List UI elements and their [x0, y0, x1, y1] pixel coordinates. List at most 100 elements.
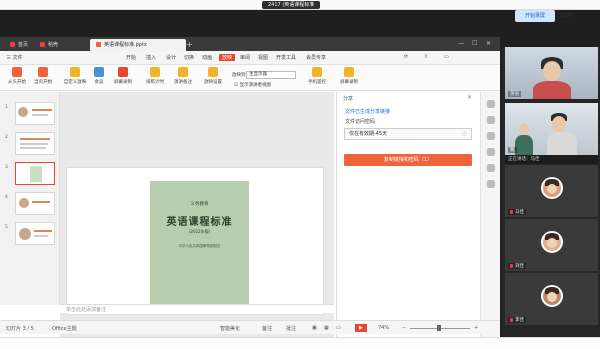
- comment-icon[interactable]: ▭: [444, 54, 449, 60]
- thumb-number: 5: [5, 225, 8, 230]
- participant-tile[interactable]: 李佳: [505, 273, 598, 325]
- validity-field[interactable]: 仅在有效期-45天 ⓘ: [344, 128, 472, 140]
- mic-muted-icon: [510, 317, 513, 322]
- smart-beautify-button[interactable]: 智能美化: [220, 325, 240, 332]
- cover-publisher: 中华人民共和国教育部制定: [178, 244, 221, 248]
- avatar: [541, 177, 563, 199]
- wps-window: 首页 稻壳 英语课程标准.pptx + — ☐ ✕ 三 文件 开始 插入 设计 …: [0, 37, 500, 337]
- rehearse-button[interactable]: 排练计时: [140, 67, 170, 85]
- tool-icon[interactable]: [486, 148, 495, 156]
- menu-file[interactable]: 三 文件: [6, 54, 23, 61]
- tab-document[interactable]: 英语课程标准.pptx: [90, 39, 186, 51]
- comment-toggle[interactable]: 批注: [286, 325, 296, 332]
- meeting-top-bar: 2417 (英语课程标准: [0, 0, 600, 10]
- sorter-view-icon[interactable]: ▦: [324, 325, 329, 331]
- person-body: [515, 135, 533, 155]
- ribbon: 从头开始 当页开始 自定义放映 会议 屏幕录制 排练计时 演讲备注 放映设置 放…: [0, 65, 500, 91]
- record-tip-button[interactable]: 开始录屏: [515, 10, 555, 22]
- slide-count: 幻灯片 3 / 5: [6, 326, 34, 332]
- menu-insert[interactable]: 插入: [146, 54, 156, 61]
- status-bar: 幻灯片 3 / 5 Office主题 智能美化 备注 批注 ▣ ▦ ▭ ▶ 74…: [0, 320, 500, 334]
- button-label: 会议: [94, 80, 104, 85]
- notes-area[interactable]: 单击此处添加备注: [60, 304, 334, 313]
- participant-tile[interactable]: 英语: [505, 47, 598, 99]
- share-pane: 分享 ✕ 文件已生成分享链接 文件访问密码 仅在有效期-45天 ⓘ 复制链接和密码…: [336, 92, 478, 337]
- tab-label: 稻壳: [48, 42, 59, 48]
- slide-thumb-1[interactable]: [15, 102, 55, 125]
- copy-link-button[interactable]: 复制链接和密码（1）: [344, 154, 472, 166]
- menu-home[interactable]: 开始: [126, 54, 136, 61]
- current-slide[interactable]: 义务教育 英语课程标准 (2022年版) 中华人民共和国教育部制定: [66, 167, 324, 315]
- taskbar: [0, 337, 600, 349]
- participant-tile[interactable]: 我: [505, 103, 598, 155]
- participant-tile[interactable]: 刘佳: [505, 219, 598, 271]
- close-icon[interactable]: ✕: [486, 40, 491, 47]
- tab-label: 首页: [18, 42, 29, 48]
- meeting-title: 2417 (英语课程标准: [262, 1, 321, 9]
- phone-remote-button[interactable]: 手机遥控: [302, 67, 332, 85]
- thumb-number: 1: [5, 105, 8, 110]
- button-label: 放映设置: [204, 80, 222, 85]
- menu-animation[interactable]: 动画: [202, 54, 212, 61]
- screen-record-2-button[interactable]: 屏幕录制: [334, 67, 364, 85]
- participant-name: 英语: [508, 91, 521, 97]
- tool-icon[interactable]: [486, 132, 495, 140]
- show-settings-button[interactable]: 放映设置: [198, 67, 228, 85]
- menu-design[interactable]: 设计: [166, 54, 176, 61]
- cover-title: 英语课程标准: [166, 217, 233, 228]
- menu-review[interactable]: 审阅: [240, 54, 250, 61]
- button-label: 排练计时: [146, 80, 164, 85]
- normal-view-icon[interactable]: ▣: [312, 325, 317, 331]
- tool-icon[interactable]: [486, 116, 495, 124]
- minimize-icon[interactable]: —: [458, 40, 464, 47]
- presenter-view-checkbox[interactable]: ☑ 显示演讲者视图: [234, 82, 271, 88]
- slide-thumb-4[interactable]: [15, 192, 55, 215]
- zoom-in-icon[interactable]: +: [474, 325, 478, 331]
- tool-icon[interactable]: [486, 164, 495, 172]
- person-face: [519, 123, 529, 135]
- thumb-cover: [30, 166, 42, 182]
- zoom-out-icon[interactable]: −: [402, 325, 406, 331]
- sync-icon[interactable]: ⟳: [404, 54, 408, 60]
- side-toolbar: [480, 92, 500, 337]
- info-icon[interactable]: ⓘ: [462, 129, 467, 139]
- share-link-text[interactable]: 文件已生成分享链接: [345, 108, 390, 115]
- thumb-bar: [34, 230, 52, 232]
- slide-thumb-5[interactable]: [15, 222, 55, 245]
- menu-view[interactable]: 视图: [258, 54, 268, 61]
- slide-thumb-3[interactable]: [15, 162, 55, 185]
- participant-tile[interactable]: 马佳: [505, 165, 598, 217]
- tool-icon[interactable]: [486, 100, 495, 108]
- zoom-slider-handle[interactable]: [437, 325, 441, 331]
- slide-canvas[interactable]: 义务教育 英语课程标准 (2022年版) 中华人民共和国教育部制定: [60, 92, 334, 337]
- notes-toggle[interactable]: 备注: [262, 325, 272, 332]
- reading-view-icon[interactable]: ▭: [336, 325, 341, 331]
- phone-icon: [312, 67, 322, 77]
- slide-thumb-2[interactable]: [15, 132, 55, 155]
- thumb-bar: [20, 143, 48, 145]
- close-icon[interactable]: ✕: [467, 94, 472, 101]
- maximize-icon[interactable]: ☐: [472, 40, 477, 47]
- participant-name: 我: [508, 147, 517, 153]
- tab-label: 英语课程标准.pptx: [104, 42, 147, 48]
- display-select[interactable]: 主显示器: [246, 71, 296, 79]
- tab-docer[interactable]: 稻壳: [34, 39, 64, 51]
- menu-devtools[interactable]: 开发工具: [276, 54, 296, 61]
- share-icon[interactable]: ⇪: [424, 54, 428, 60]
- thumb-bar: [34, 235, 48, 237]
- tab-home[interactable]: 首页: [4, 39, 34, 51]
- new-tab-icon[interactable]: +: [186, 40, 193, 49]
- thumb-bar: [32, 201, 50, 203]
- menu-slideshow[interactable]: 放映: [219, 54, 236, 61]
- participant-name: 李佳: [508, 317, 526, 323]
- speaker-notes-button[interactable]: 演讲备注: [168, 67, 198, 85]
- settings-icon: [208, 67, 218, 77]
- play-slideshow-button[interactable]: ▶: [355, 324, 367, 332]
- screen-record-button[interactable]: 屏幕录制: [108, 67, 138, 85]
- menu-member[interactable]: 会员专享: [306, 54, 326, 61]
- menu-transition[interactable]: 切换: [184, 54, 194, 61]
- notes-icon: [178, 67, 188, 77]
- tool-icon[interactable]: [486, 180, 495, 188]
- start-from-current-button[interactable]: 当页开始: [28, 67, 58, 85]
- speaker-indicator: 正在讲话：马佳: [505, 155, 598, 164]
